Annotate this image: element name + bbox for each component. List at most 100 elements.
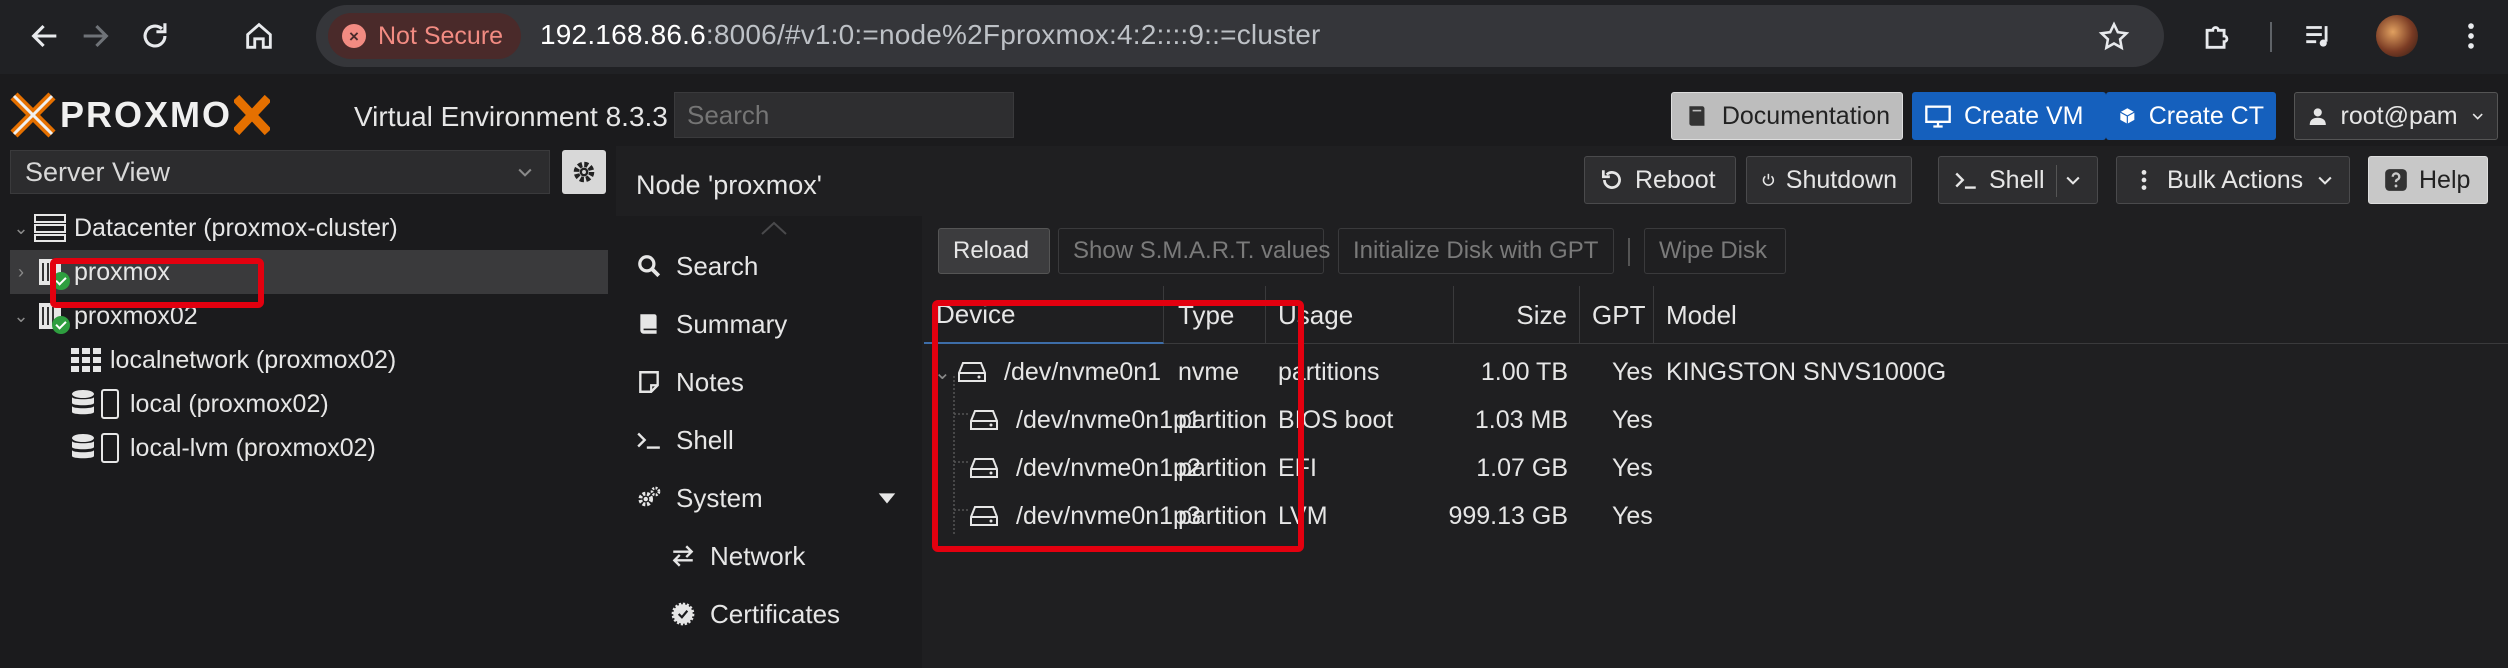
create-vm-button[interactable]: Create VM: [1912, 92, 2106, 140]
nav-label: Certificates: [710, 598, 841, 629]
book-icon: [1689, 106, 1705, 126]
product-title: Virtual Environment 8.3.3: [354, 101, 668, 132]
address-bar[interactable]: × Not Secure 192.168.86.6:8006/#v1:0:=no…: [316, 5, 2164, 67]
proxmox-x-icon: [234, 94, 271, 136]
nav-item-system[interactable]: System: [636, 476, 922, 520]
node-nav-menu: Search Summary Notes Shell System Networ…: [616, 216, 922, 668]
caret-down-icon[interactable]: [876, 487, 898, 509]
tree-item-label: proxmox: [74, 257, 170, 286]
device-name: /dev/nvme0n1p3: [1016, 501, 1201, 530]
forward-button[interactable]: [70, 11, 120, 61]
nav-item-notes[interactable]: Notes: [636, 360, 922, 404]
column-header-gpt[interactable]: GPT: [1580, 286, 1654, 344]
bulk-actions-button[interactable]: Bulk Actions: [2116, 156, 2350, 204]
book-icon: [640, 314, 657, 334]
nav-label: Summary: [676, 308, 788, 339]
tree-item-local-lvm[interactable]: local-lvm (proxmox02): [68, 426, 608, 470]
column-header-model[interactable]: Model: [1654, 286, 2508, 344]
create-ct-button[interactable]: Create CT: [2106, 92, 2276, 140]
init-gpt-button[interactable]: Initialize Disk with GPT: [1338, 228, 1614, 274]
reload-button[interactable]: [130, 11, 180, 61]
monitor-icon: [1925, 105, 1951, 128]
arrow-left-icon: [31, 24, 57, 48]
nav-item-search[interactable]: Search: [636, 244, 922, 288]
usage-cell: BIOS boot: [1278, 405, 1394, 434]
media-button[interactable]: [2294, 11, 2344, 61]
device-name: /dev/nvme0n1: [1004, 357, 1162, 386]
reboot-button[interactable]: Reboot: [1584, 156, 1736, 204]
chevron-down-icon[interactable]: [2063, 170, 2083, 190]
arrow-right-icon: [83, 24, 109, 48]
help-button[interactable]: Help: [2368, 156, 2488, 204]
node-icon: [32, 300, 70, 334]
chevron-up-icon[interactable]: [760, 220, 788, 236]
shutdown-button[interactable]: Shutdown: [1746, 156, 1912, 204]
tree-item-label: localnetwork (proxmox02): [110, 345, 397, 374]
user-icon: [2309, 108, 2326, 125]
smart-values-button[interactable]: Show S.M.A.R.T. values: [1058, 228, 1330, 274]
url-text[interactable]: 192.168.86.6:8006/#v1:0:=node%2Fproxmox:…: [540, 19, 1321, 51]
home-button[interactable]: [234, 11, 284, 61]
nav-item-certificates[interactable]: Certificates: [670, 592, 956, 636]
toolbar-divider: [2270, 22, 2272, 52]
toolbar-separator: [1628, 238, 1630, 266]
tree-item-proxmox02[interactable]: ⌄ proxmox02: [10, 294, 608, 338]
not-secure-chip[interactable]: × Not Secure: [328, 13, 522, 59]
content-panel: Node 'proxmox' Reboot Shutdown Shell Bul…: [616, 146, 2508, 668]
warning-icon: ×: [342, 24, 366, 48]
table-row[interactable]: /dev/nvme0n1p3 partition LVM 999.13 GB Y…: [924, 492, 2508, 540]
wipe-disk-button[interactable]: Wipe Disk: [1644, 228, 1786, 274]
column-header-usage[interactable]: Usage: [1266, 286, 1454, 344]
nav-item-network[interactable]: Network: [670, 534, 956, 578]
reload-disks-button[interactable]: Reload: [938, 228, 1050, 274]
tree-item-local[interactable]: local (proxmox02): [68, 382, 608, 426]
documentation-button[interactable]: Documentation: [1671, 92, 1903, 140]
disks-panel: Reload Show S.M.A.R.T. values Initialize…: [924, 216, 2508, 668]
browser-menu-button[interactable]: [2446, 11, 2496, 61]
view-selector[interactable]: Server View: [10, 150, 550, 194]
bulk-actions-label: Bulk Actions: [2167, 165, 2304, 194]
extensions-button[interactable]: [2192, 11, 2242, 61]
search-input[interactable]: [674, 92, 1014, 138]
reboot-label: Reboot: [1635, 165, 1716, 194]
create-ct-label: Create CT: [2148, 101, 2264, 130]
tree-item-label: proxmox02: [74, 301, 198, 330]
power-icon: [1762, 173, 1775, 186]
storage-icon: [68, 432, 124, 464]
shell-label: Shell: [1989, 165, 2045, 194]
usage-cell: partitions: [1278, 357, 1380, 386]
shutdown-label: Shutdown: [1785, 165, 1897, 194]
home-icon: [246, 22, 272, 49]
collapse-toggle-icon[interactable]: ⌄: [10, 218, 32, 239]
cube-icon: [2120, 108, 2135, 124]
type-cell: partition: [1178, 405, 1267, 434]
tree-settings-button[interactable]: [562, 150, 606, 194]
device-name: /dev/nvme0n1p2: [1016, 453, 1201, 482]
storage-icon: [68, 388, 124, 420]
profile-avatar[interactable]: [2376, 15, 2418, 57]
column-header-device[interactable]: Device: [924, 286, 1164, 344]
gears-icon: [638, 486, 661, 507]
expand-toggle-icon[interactable]: ›: [10, 262, 32, 283]
gpt-cell: Yes: [1612, 453, 1653, 482]
nav-item-summary[interactable]: Summary: [636, 302, 922, 346]
column-header-size[interactable]: Size: [1454, 286, 1580, 344]
table-row[interactable]: /dev/nvme0n1p1 partition BIOS boot 1.03 …: [924, 396, 2508, 444]
user-menu-button[interactable]: root@pam: [2294, 92, 2498, 140]
bookmark-star-icon[interactable]: [2097, 20, 2131, 54]
column-header-type[interactable]: Type: [1166, 286, 1266, 344]
back-button[interactable]: [20, 11, 70, 61]
nav-item-shell[interactable]: Shell: [636, 418, 922, 462]
tree-item-localnetwork[interactable]: localnetwork (proxmox02): [68, 338, 608, 382]
gpt-cell: Yes: [1612, 357, 1653, 386]
shell-button[interactable]: Shell: [1938, 156, 2098, 204]
collapse-toggle-icon[interactable]: ⌄: [10, 306, 32, 327]
gpt-cell: Yes: [1612, 501, 1653, 530]
table-row[interactable]: /dev/nvme0n1p2 partition EFI 1.07 GB Yes: [924, 444, 2508, 492]
tree-item-proxmox[interactable]: › proxmox: [10, 250, 608, 294]
terminal-icon: [637, 432, 660, 449]
tree-item-label: local (proxmox02): [130, 389, 329, 418]
size-cell: 999.13 GB: [1448, 501, 1568, 530]
table-row[interactable]: ⌄ /dev/nvme0n1 nvme partitions 1.00 TB Y…: [924, 348, 2508, 396]
tree-item-datacenter[interactable]: ⌄ Datacenter (proxmox-cluster): [10, 206, 608, 250]
